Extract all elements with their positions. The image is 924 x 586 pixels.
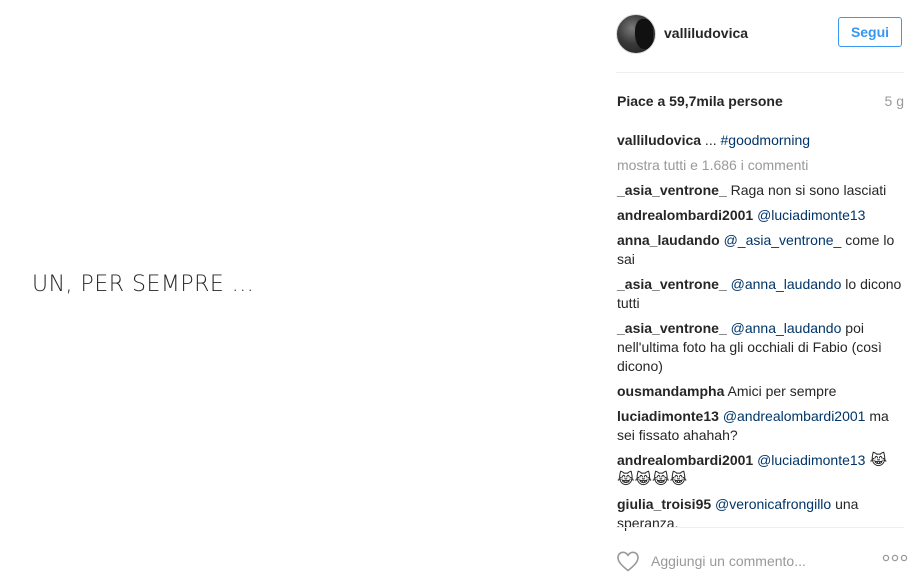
list-item: _asia_ventrone_ @anna_laudando poi nell'… [617, 319, 907, 376]
caption-comment: valliludovica ... #goodmorning [617, 131, 907, 150]
list-item: _asia_ventrone_ Raga non si sono lasciat… [617, 181, 907, 200]
comment-footer: Aggiungi un commento... [616, 546, 908, 576]
comments-list: valliludovica ... #goodmorning mostra tu… [617, 131, 907, 539]
comment-user[interactable]: valliludovica [617, 132, 701, 148]
comment-user[interactable]: andrealombardi2001 [617, 452, 753, 468]
list-item: luciadimonte13 @andrealombardi2001 ma se… [617, 407, 907, 445]
comment-user[interactable]: anna_laudando [617, 232, 720, 248]
comment-user[interactable]: giulia_troisi95 [617, 496, 711, 512]
post-username[interactable]: valliludovica [664, 25, 748, 41]
avatar-hair [635, 19, 653, 49]
comment-text: Amici per sempre [724, 383, 837, 399]
mention-link[interactable]: @veronicafrongillo [715, 496, 831, 512]
list-item: anna_laudando @_asia_ventrone_ come lo s… [617, 231, 907, 269]
mention-link[interactable]: @anna_laudando [731, 276, 842, 292]
comment-user[interactable]: ousmandampha [617, 383, 724, 399]
more-options-icon[interactable] [882, 554, 908, 562]
follow-button[interactable]: Segui [838, 17, 902, 47]
media-text: UN, PER SEMPRE ... [32, 272, 255, 297]
mention-link[interactable]: @luciadimonte13 [757, 207, 865, 223]
post-age[interactable]: 5 g [885, 93, 904, 109]
post-header: valliludovica Segui [616, 14, 904, 54]
comment-user[interactable]: _asia_ventrone_ [617, 276, 727, 292]
show-all-comments-link[interactable]: mostra tutti e 1.686 i commenti [617, 156, 907, 175]
post-side-panel: valliludovica Segui Piace a 59,7mila per… [600, 0, 924, 586]
header-divider [616, 72, 904, 73]
mention-link[interactable]: @anna_laudando [731, 320, 842, 336]
hashtag-link[interactable]: #goodmorning [721, 132, 811, 148]
mention-link[interactable]: @luciadimonte13 [757, 452, 865, 468]
mention-link[interactable]: @_asia_ventrone_ [724, 232, 842, 248]
comment-input[interactable]: Aggiungi un commento... [651, 553, 806, 569]
heart-icon[interactable] [616, 550, 640, 572]
comment-user[interactable]: luciadimonte13 [617, 408, 719, 424]
list-item: _asia_ventrone_ @anna_laudando lo dicono… [617, 275, 907, 313]
likes-count[interactable]: Piace a 59,7mila persone [617, 93, 783, 109]
list-item: andrealombardi2001 @luciadimonte13 [617, 206, 907, 225]
mention-link[interactable]: @andrealombardi2001 [723, 408, 866, 424]
comment-user[interactable]: _asia_ventrone_ [617, 182, 727, 198]
comment-text: ... [701, 132, 721, 148]
avatar[interactable] [616, 14, 656, 54]
list-item: andrealombardi2001 @luciadimonte13 😹 😹😹😹… [617, 451, 907, 489]
comment-user[interactable]: andrealombardi2001 [617, 207, 753, 223]
comment-user[interactable]: _asia_ventrone_ [617, 320, 727, 336]
post-media[interactable]: UN, PER SEMPRE ... [0, 0, 600, 586]
footer-divider [616, 527, 904, 528]
list-item: ousmandampha Amici per sempre [617, 382, 907, 401]
comment-text: Raga non si sono lasciati [726, 182, 887, 198]
